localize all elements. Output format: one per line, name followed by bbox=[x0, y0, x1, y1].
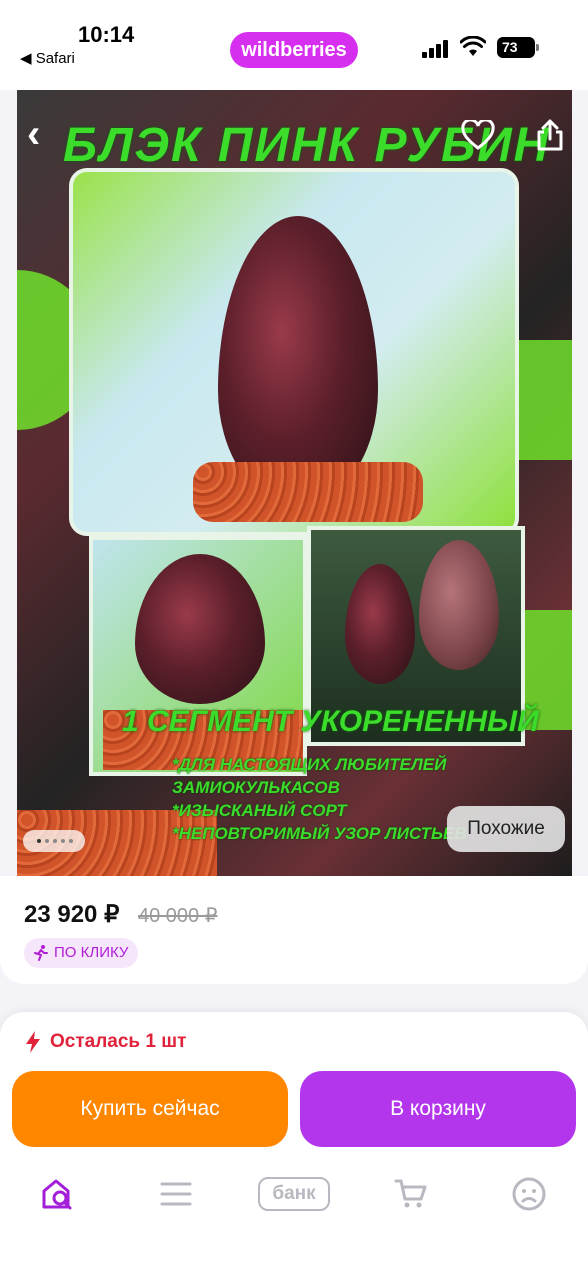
product-image-carousel[interactable]: БЛЭК ПИНК РУБИН 1 СЕГМЕНТ УКОРЕНЕННЫЙ *Д… bbox=[17, 90, 572, 876]
photo-thumb-left bbox=[89, 536, 307, 776]
running-person-icon bbox=[34, 945, 48, 961]
buy-now-button[interactable]: Купить сейчас bbox=[12, 1071, 288, 1147]
share-icon[interactable] bbox=[535, 118, 565, 152]
similar-button[interactable]: Похожие bbox=[447, 806, 565, 852]
tab-catalog[interactable] bbox=[146, 1172, 206, 1216]
tab-home[interactable] bbox=[28, 1172, 88, 1216]
current-price: 23 920 ₽ bbox=[24, 901, 120, 928]
lightning-icon bbox=[26, 1031, 40, 1053]
promo-label: ПО КЛИКУ bbox=[54, 944, 129, 961]
pebbles-image bbox=[193, 462, 423, 522]
bottom-tab-bar: банк bbox=[0, 1172, 588, 1232]
tab-bank[interactable]: банк bbox=[256, 1172, 332, 1216]
leaf-image bbox=[419, 540, 499, 670]
signal-icon bbox=[422, 38, 452, 58]
main-photo-frame bbox=[69, 168, 519, 536]
back-to-safari-link[interactable]: ◀ Safari bbox=[20, 49, 75, 67]
promo-badge[interactable]: ПО КЛИКУ bbox=[24, 938, 139, 968]
cart-icon bbox=[394, 1179, 427, 1208]
profile-icon bbox=[512, 1177, 546, 1211]
image-overlay-line: ЗАМИОКУЛЬКАСОВ bbox=[172, 778, 340, 797]
home-search-icon bbox=[42, 1179, 72, 1210]
image-overlay-line: *ДЛЯ НАСТОЯЩИХ ЛЮБИТЕЛЕЙ bbox=[172, 755, 447, 774]
bank-label: банк bbox=[258, 1177, 330, 1211]
carousel-pagination bbox=[23, 830, 85, 852]
add-to-cart-button[interactable]: В корзину bbox=[300, 1071, 576, 1147]
wifi-icon bbox=[460, 36, 486, 56]
heart-icon[interactable] bbox=[461, 120, 495, 150]
tab-cart[interactable] bbox=[381, 1172, 441, 1216]
stock-warning: Осталась 1 шт bbox=[24, 1030, 186, 1054]
image-overlay-line: *ИЗЫСКАНЫЙ СОРТ bbox=[172, 801, 347, 820]
tab-profile[interactable] bbox=[499, 1172, 559, 1216]
price-card: 23 920 ₽ 40 000 ₽ ПО КЛИКУ bbox=[0, 876, 588, 984]
back-arrow-icon[interactable]: ‹ bbox=[27, 114, 40, 154]
image-overlay-subtitle: 1 СЕГМЕНТ УКОРЕНЕННЫЙ bbox=[122, 705, 539, 738]
leaf-image bbox=[135, 554, 265, 704]
brand-logo[interactable]: wildberries bbox=[230, 32, 358, 68]
menu-icon bbox=[160, 1182, 192, 1206]
status-time: 10:14 bbox=[78, 22, 135, 47]
bottom-action-sheet: Осталась 1 шт Купить сейчас В корзину ба… bbox=[0, 1012, 588, 1280]
stock-text: Осталась 1 шт bbox=[50, 1031, 187, 1052]
image-overlay-line: *НЕПОВТОРИМЫЙ УЗОР ЛИСТЬЕВ bbox=[172, 824, 467, 843]
leaf-image bbox=[345, 564, 415, 684]
old-price: 40 000 ₽ bbox=[138, 905, 218, 927]
battery-indicator: 73 bbox=[497, 37, 539, 58]
status-bar: 10:14 ◀ Safari wildberries 73 bbox=[0, 0, 588, 90]
